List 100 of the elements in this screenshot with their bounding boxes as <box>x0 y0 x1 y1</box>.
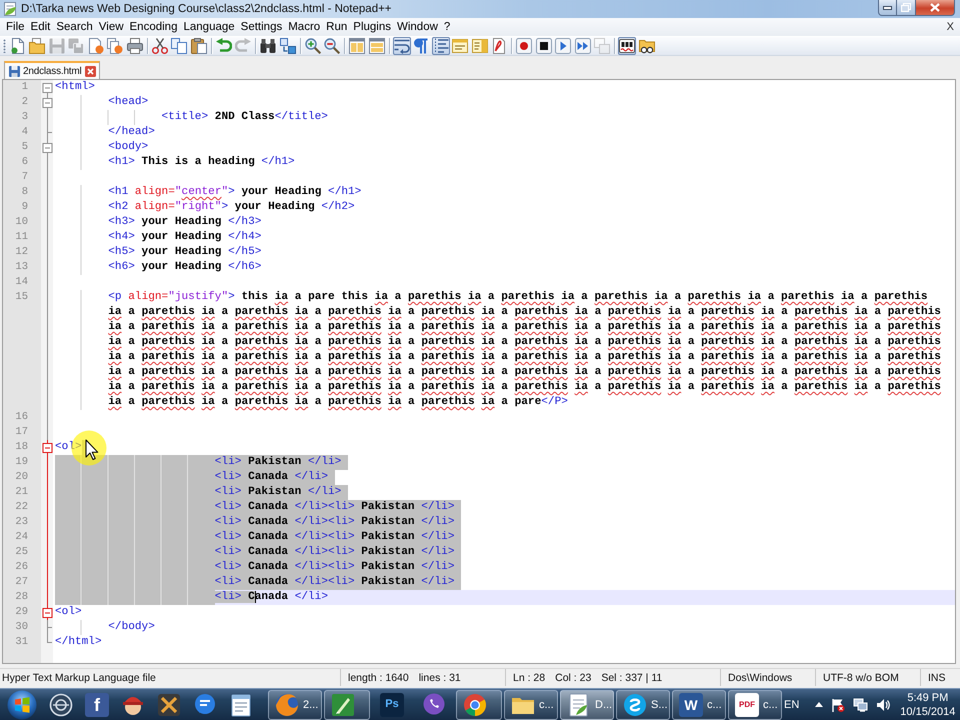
status-text: length : 1640 <box>348 672 409 684</box>
status-text: UTF-8 w/o BOM <box>823 672 899 684</box>
taskbar-button[interactable]: D... <box>560 690 614 720</box>
redo-icon <box>235 38 251 54</box>
folder-button[interactable] <box>28 37 46 55</box>
network-icon[interactable] <box>853 698 868 712</box>
code-line: <h1 align="center"> your Heading </h1> <box>108 185 362 200</box>
fold-collapse-icon[interactable] <box>42 143 52 153</box>
panel-button[interactable] <box>451 37 469 55</box>
code-line: <h6> your Heading </h6> <box>108 260 262 275</box>
menu-item[interactable]: Encoding <box>126 19 180 35</box>
menu-item[interactable]: Macro <box>285 19 324 35</box>
close-document-button[interactable]: X <box>946 20 954 34</box>
zoom-out-button[interactable] <box>323 37 341 55</box>
binoculars-icon <box>260 38 276 54</box>
language-indicator[interactable]: EN <box>784 698 800 710</box>
restore-button[interactable] <box>897 0 916 16</box>
code-line: <h1> This is a heading </h1> <box>108 155 295 170</box>
word-wrap-button[interactable] <box>392 37 410 55</box>
line-number: 5 <box>22 140 28 155</box>
line-number: 7 <box>22 170 28 185</box>
up-arrow-icon[interactable] <box>815 702 824 707</box>
word-wrap-icon <box>394 38 410 54</box>
scissors-button[interactable] <box>150 37 168 55</box>
undo-button[interactable] <box>214 37 232 55</box>
line-number: 11 <box>15 230 28 245</box>
fold-collapse-icon[interactable] <box>42 83 52 93</box>
menu-item[interactable]: Language <box>180 19 238 35</box>
clipboard-button[interactable] <box>190 37 208 55</box>
code-line: </html> <box>55 635 102 650</box>
code-line: <body> <box>108 140 148 155</box>
record-button[interactable] <box>515 37 533 55</box>
code-line: <head> <box>108 95 148 110</box>
taskbar-button[interactable]: PDF c... <box>728 690 782 720</box>
app-logo: W <box>679 692 703 716</box>
clock-date[interactable]: 10/15/2014 <box>900 704 956 718</box>
windows-orb-icon <box>7 690 37 720</box>
flag-icon[interactable] <box>831 698 846 712</box>
stop-button[interactable] <box>534 37 552 55</box>
code-line: ia a parethis ia a parethis ia a parethis ia a parethis ia a parethis ia a parethis ia a parethis ia a parethis ia a parethis <box>108 335 941 350</box>
menu-item[interactable]: Edit <box>28 19 54 35</box>
taskbar-button[interactable]: S... <box>616 690 670 720</box>
pilcrow-button[interactable] <box>412 37 430 55</box>
clock-time[interactable]: 5:49 PM <box>907 690 948 704</box>
menu-item[interactable]: Search <box>53 19 96 35</box>
taskbar-button[interactable]: Ps <box>372 690 412 720</box>
split-vertical-button[interactable] <box>348 37 366 55</box>
taskbar-button[interactable]: f <box>80 690 114 720</box>
toolbar-grip[interactable] <box>3 39 6 53</box>
printer-button[interactable] <box>126 37 144 55</box>
menu-item[interactable]: Run <box>323 19 350 35</box>
folder-search-button[interactable] <box>638 37 656 55</box>
fast-forward-button[interactable] <box>574 37 592 55</box>
taskbar-button[interactable]: 2... <box>268 690 322 720</box>
page-dot-button[interactable] <box>86 37 104 55</box>
menu-item[interactable]: Window <box>394 19 441 35</box>
copy-button[interactable] <box>170 37 188 55</box>
zoom-in-icon <box>304 38 320 54</box>
spellcheck-button[interactable] <box>618 37 636 55</box>
blank-page-button[interactable] <box>8 37 26 55</box>
code-line: <title> 2ND Class</title> <box>162 110 328 125</box>
zoom-in-button[interactable] <box>304 37 322 55</box>
app-logo: PDF <box>735 692 759 716</box>
editor-panel[interactable] <box>2 79 956 664</box>
close-button[interactable] <box>916 0 955 16</box>
fold-collapse-icon[interactable] <box>42 98 52 108</box>
taskbar-button[interactable]: c... <box>504 690 558 720</box>
binoculars-button[interactable] <box>259 37 277 55</box>
ring-icon <box>49 692 73 716</box>
line-number: 19 <box>15 455 28 470</box>
menu-item[interactable]: File <box>3 19 28 35</box>
speaker-icon[interactable] <box>876 698 890 712</box>
taskbar-button[interactable] <box>324 690 370 720</box>
menu-item[interactable]: View <box>96 19 127 35</box>
split-horizontal-button[interactable] <box>368 37 386 55</box>
pages-dot-button[interactable] <box>106 37 124 55</box>
code-line: ia a parethis ia a parethis ia a parethis ia a parethis ia a parethis ia a parethis ia a parethis ia a parethis ia a parethis <box>108 305 941 320</box>
menu-item[interactable]: Plugins <box>350 19 394 35</box>
fold-collapse-icon[interactable] <box>42 443 52 453</box>
side-panel-button[interactable] <box>470 37 488 55</box>
taskbar-button[interactable]: W c... <box>672 690 726 720</box>
minimize-button[interactable] <box>878 0 897 16</box>
fold-collapse-icon[interactable] <box>42 608 52 618</box>
script-page-button[interactable] <box>490 37 508 55</box>
pen-nib-icon <box>331 692 355 716</box>
play-button[interactable] <box>554 37 572 55</box>
code-line: </head> <box>108 125 155 140</box>
taskbar-button[interactable] <box>456 690 502 720</box>
replace-button[interactable] <box>278 37 296 55</box>
close-icon[interactable] <box>84 66 96 76</box>
code-line: <h4> your Heading </h4> <box>108 230 262 245</box>
line-number: 13 <box>15 260 28 275</box>
menu-item[interactable]: ? <box>440 19 454 35</box>
replace-icon <box>280 38 296 54</box>
file-tab[interactable]: 2ndclass.html <box>4 61 100 79</box>
menu-item[interactable]: Settings <box>238 19 286 35</box>
indent-guide-button[interactable] <box>432 37 450 55</box>
panel-icon <box>452 38 468 54</box>
line-number: 22 <box>15 500 28 515</box>
line-number: 3 <box>22 110 28 125</box>
